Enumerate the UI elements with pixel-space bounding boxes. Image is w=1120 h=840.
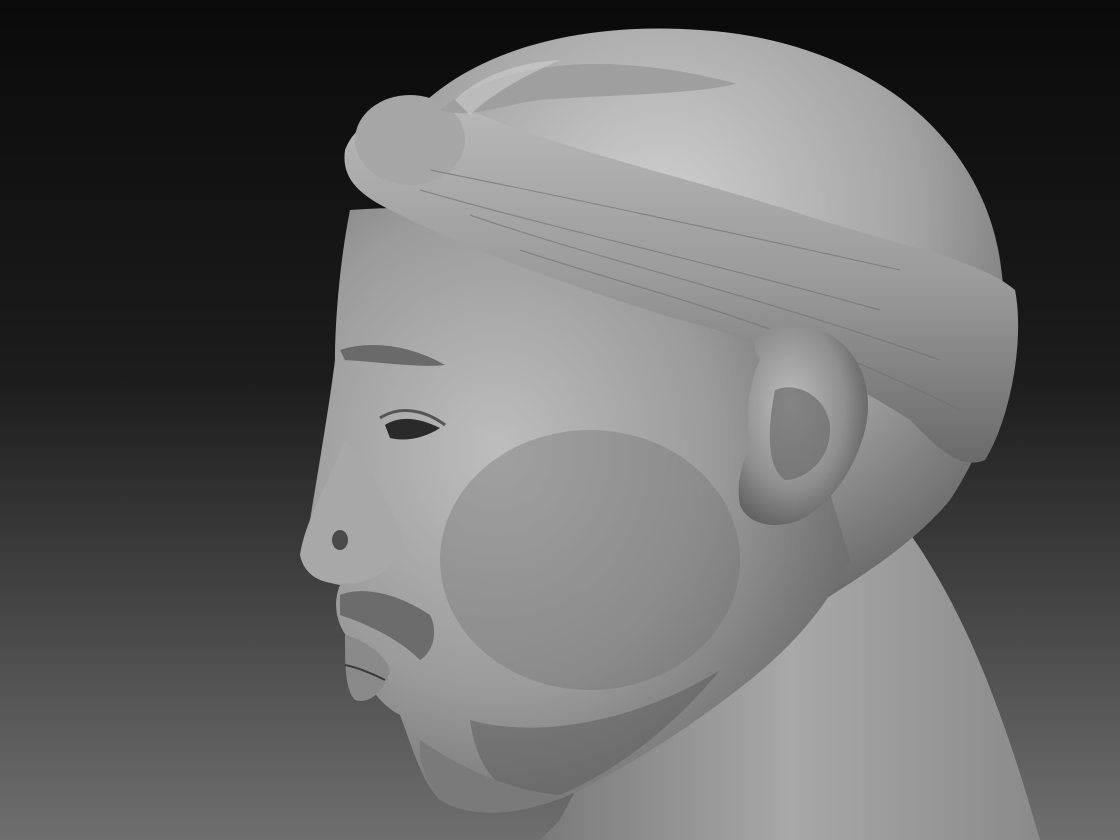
sculpt-viewport [0,0,1120,840]
cheek-shadow [440,430,740,690]
sculpt-render [0,0,1120,840]
nostril [332,530,348,550]
